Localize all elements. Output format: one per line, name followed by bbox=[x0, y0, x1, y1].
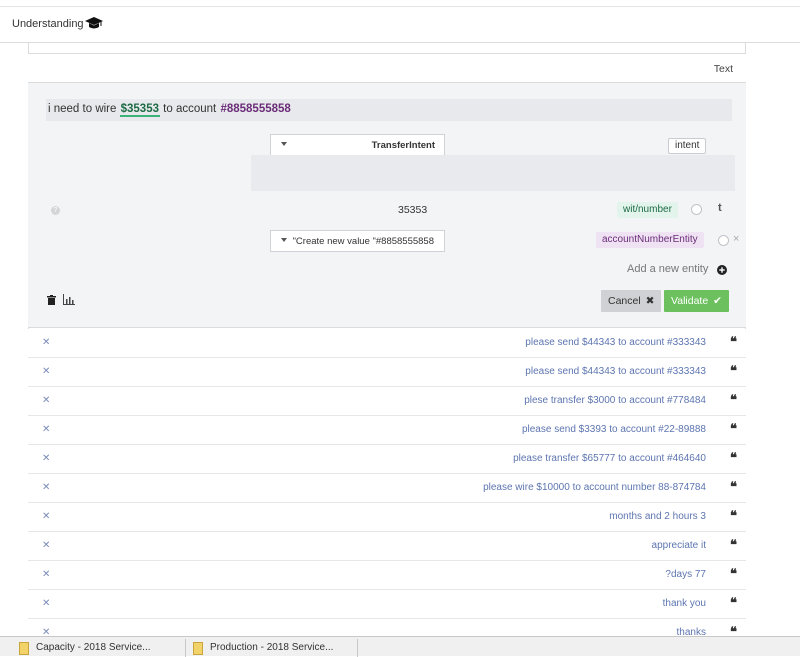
entity-value: 35353 bbox=[398, 204, 428, 216]
delete-icon[interactable]: ✕ bbox=[42, 540, 50, 551]
delete-icon[interactable]: ✕ bbox=[42, 569, 50, 580]
delete-icon[interactable]: ✕ bbox=[42, 337, 50, 348]
list-item[interactable]: ✕ months and 2 hours 3 ❝ bbox=[28, 503, 746, 532]
expression-editor: i need to wire $35353 to account #885855… bbox=[28, 83, 746, 328]
list-item[interactable]: ✕ thank you ❝ bbox=[28, 590, 746, 619]
entity-radio-account[interactable] bbox=[718, 235, 729, 246]
expression-text[interactable]: plese transfer $3000 to account #778484 bbox=[524, 395, 706, 406]
quote-icon[interactable]: ❝ bbox=[730, 538, 737, 553]
sentence-input[interactable]: i need to wire $35353 to account #885855… bbox=[46, 99, 732, 121]
list-item[interactable]: ✕ please transfer $65777 to account #4646… bbox=[28, 445, 746, 474]
add-entity-link[interactable]: Add a new entity bbox=[627, 263, 708, 275]
intent-tag[interactable]: intent bbox=[668, 138, 707, 154]
expression-text[interactable]: thank you bbox=[663, 598, 706, 609]
cancel-button[interactable]: Cancel ✖ bbox=[601, 290, 662, 312]
text-header-label: Text bbox=[713, 63, 733, 75]
list-item[interactable]: ✕ please send $3393 to account #22-89888 ❝ bbox=[28, 416, 746, 445]
quote-icon[interactable]: ❝ bbox=[730, 480, 737, 495]
quote-icon[interactable]: ❝ bbox=[730, 335, 737, 350]
chevron-down-icon bbox=[281, 142, 287, 146]
expression-text[interactable]: ?days 77 bbox=[665, 569, 706, 580]
download-label: Production - 2018 Service... bbox=[210, 642, 334, 653]
intent-dropdown-value: TransferIntent bbox=[371, 140, 435, 151]
plus-circle-icon[interactable] bbox=[717, 265, 727, 275]
expression-text[interactable]: please send $3393 to account #22-89888 bbox=[522, 424, 706, 435]
intent-dropdown[interactable]: TransferIntent bbox=[270, 134, 445, 156]
quote-icon[interactable]: ❝ bbox=[730, 451, 737, 466]
chevron-down-icon bbox=[281, 238, 287, 242]
file-icon bbox=[19, 642, 29, 655]
delete-icon[interactable]: ✕ bbox=[42, 395, 50, 406]
expression-text[interactable]: appreciate it bbox=[652, 540, 706, 551]
quote-icon[interactable]: ❝ bbox=[730, 567, 737, 582]
graduation-cap-icon bbox=[85, 17, 103, 29]
file-icon bbox=[193, 642, 203, 655]
highlight-account[interactable]: #8858555858 bbox=[219, 103, 291, 115]
highlight-number[interactable]: $35353 bbox=[119, 103, 160, 117]
text-column-header: Text bbox=[28, 53, 746, 83]
help-icon[interactable]: ? bbox=[51, 206, 60, 215]
arrow-up-icon[interactable]: t bbox=[718, 202, 722, 214]
list-item[interactable]: ✕ please wire $10000 to account number 88… bbox=[28, 474, 746, 503]
download-item[interactable]: Production - 2018 Service... bbox=[186, 639, 358, 657]
delete-icon[interactable]: ✕ bbox=[42, 511, 50, 522]
list-item[interactable]: ✕ appreciate it ❝ bbox=[28, 532, 746, 561]
expression-text[interactable]: please transfer $65777 to account #46464… bbox=[513, 453, 706, 464]
expression-text[interactable]: please send $44343 to account #333343 bbox=[525, 337, 706, 348]
quote-icon[interactable]: ❝ bbox=[730, 509, 737, 524]
delete-icon[interactable]: ✕ bbox=[42, 453, 50, 464]
right-gutter bbox=[746, 43, 800, 656]
sentence-prefix: i need to wire bbox=[48, 103, 120, 115]
intent-area bbox=[251, 155, 735, 191]
entity-dropdown-value: "Create new value "#8858555858 bbox=[292, 236, 434, 247]
list-item[interactable]: ✕ ?days 77 ❝ bbox=[28, 561, 746, 590]
validate-label: Validate bbox=[671, 295, 709, 307]
close-icon: ✖ bbox=[645, 295, 655, 307]
delete-icon[interactable]: ✕ bbox=[42, 366, 50, 377]
remove-entity-icon[interactable]: × bbox=[733, 233, 739, 245]
bar-chart-icon[interactable] bbox=[63, 294, 75, 305]
list-item[interactable]: ✕ please send $44343 to account #333343 ❝ bbox=[28, 358, 746, 387]
list-item[interactable]: ✕ please send $44343 to account #333343 ❝ bbox=[28, 329, 746, 358]
sentence-middle: to account bbox=[159, 103, 220, 115]
expression-text[interactable]: please wire $10000 to account number 88-… bbox=[483, 482, 706, 493]
list-item[interactable]: ✕ plese transfer $3000 to account #778484… bbox=[28, 387, 746, 416]
entity-dropdown[interactable]: "Create new value "#8858555858 bbox=[270, 230, 445, 252]
validate-button[interactable]: Validate ✔ bbox=[664, 290, 729, 312]
quote-icon[interactable]: ❝ bbox=[730, 393, 737, 408]
entity-tag-account[interactable]: accountNumberEntity bbox=[596, 232, 704, 248]
quote-icon[interactable]: ❝ bbox=[730, 422, 737, 437]
trash-icon[interactable] bbox=[47, 295, 56, 305]
cancel-label: Cancel bbox=[608, 295, 641, 307]
quote-icon[interactable]: ❝ bbox=[730, 364, 737, 379]
download-label: Capacity - 2018 Service... bbox=[36, 642, 151, 653]
top-bar: Understanding bbox=[0, 6, 800, 43]
check-icon: ✔ bbox=[713, 295, 722, 307]
download-item[interactable]: Capacity - 2018 Service... bbox=[12, 639, 186, 657]
delete-icon[interactable]: ✕ bbox=[42, 424, 50, 435]
page-title: Understanding bbox=[12, 18, 84, 30]
delete-icon[interactable]: ✕ bbox=[42, 482, 50, 493]
expression-text[interactable]: months and 2 hours 3 bbox=[609, 511, 706, 522]
quote-icon[interactable]: ❝ bbox=[730, 596, 737, 611]
download-bar: Capacity - 2018 Service... Production - … bbox=[0, 636, 800, 657]
expression-text[interactable]: please send $44343 to account #333343 bbox=[525, 366, 706, 377]
entity-tag-number[interactable]: wit/number bbox=[617, 202, 678, 218]
delete-icon[interactable]: ✕ bbox=[42, 598, 50, 609]
expression-list: ✕ please send $44343 to account #333343 ❝ … bbox=[28, 329, 746, 648]
entity-radio-number[interactable] bbox=[691, 204, 702, 215]
